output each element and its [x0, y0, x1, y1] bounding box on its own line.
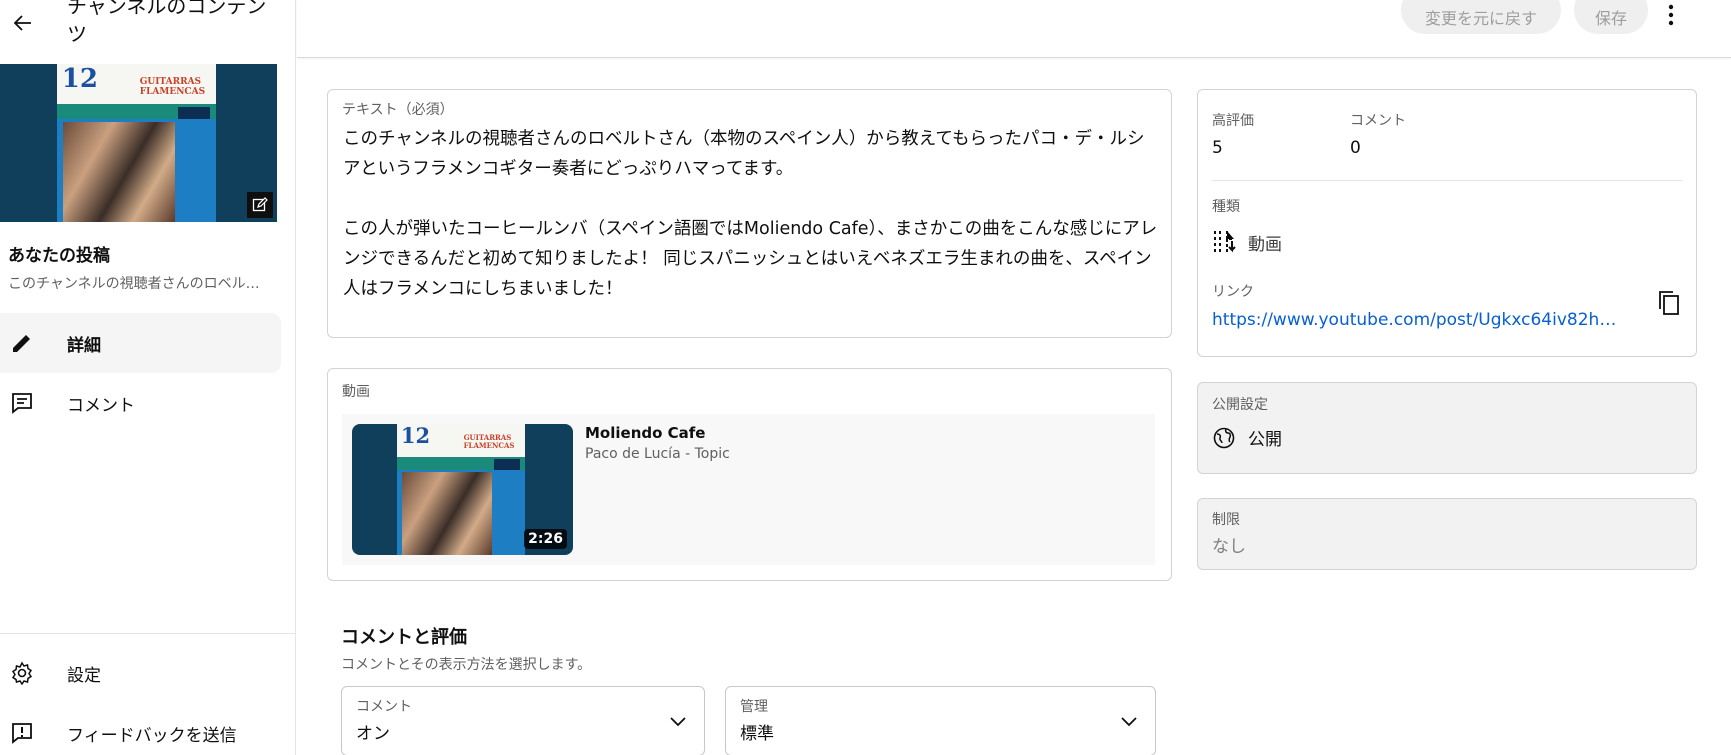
comments-select[interactable]: コメント オン — [341, 686, 705, 755]
visibility-label: 公開設定 — [1212, 397, 1268, 413]
nav-item-feedback[interactable]: フィードバックを送信 — [0, 703, 281, 755]
post-text-value[interactable]: このチャンネルの視聴者さんのロベルトさん（本物のスペイン人）から教えてもらったパ… — [343, 124, 1161, 304]
feedback-icon — [0, 721, 44, 745]
more-vert-icon — [1668, 4, 1674, 26]
globe-icon — [1213, 427, 1235, 448]
video-channel: Paco de Lucía - Topic — [585, 446, 730, 462]
attached-video[interactable]: 12 GUITARRAS FLAMENCAS 2:26 Moliendo Caf… — [342, 414, 1155, 565]
post-excerpt: このチャンネルの視聴者さんのロベルトさん（本物のスペイン人）から教えてもらったパ… — [8, 276, 270, 292]
undo-changes-button[interactable]: 変更を元に戻す — [1401, 0, 1561, 34]
moderation-select-value: 標準 — [740, 724, 774, 744]
chevron-down-icon — [670, 717, 686, 727]
link-label: リンク — [1212, 284, 1254, 300]
video-card: 動画 12 GUITARRAS FLAMENCAS 2:26 Moliendo … — [327, 368, 1172, 581]
gear-icon — [0, 661, 44, 685]
save-button[interactable]: 保存 — [1574, 0, 1648, 34]
sidebar-title: チャンネルのコンテンツ — [67, 0, 267, 46]
video-duration: 2:26 — [524, 529, 567, 549]
restriction-setting: 制限 なし — [1197, 498, 1697, 570]
moderation-select[interactable]: 管理 標準 — [725, 686, 1156, 755]
nav-item-settings[interactable]: 設定 — [0, 643, 281, 703]
comments-section-subtitle: コメントとその表示方法を選択します。 — [341, 657, 592, 673]
video-label: 動画 — [342, 384, 370, 400]
back-button[interactable] — [8, 8, 38, 38]
comment-icon — [0, 391, 44, 415]
video-thumbnail: 12 GUITARRAS FLAMENCAS 2:26 — [352, 424, 573, 555]
copy-link-button[interactable] — [1654, 286, 1684, 320]
pencil-icon — [0, 331, 44, 355]
likes-value: 5 — [1212, 138, 1223, 158]
visibility-value-row: 公開 — [1212, 425, 1282, 450]
album-art: 12 GUITARRAS FLAMENCAS — [397, 424, 525, 555]
top-header: 変更を元に戻す 保存 — [297, 0, 1731, 58]
post-thumbnail[interactable]: 12 GUITARRAS FLAMENCAS — [0, 64, 277, 222]
type-label: 種類 — [1212, 199, 1240, 215]
visibility-setting[interactable]: 公開設定 公開 — [1197, 382, 1697, 474]
edit-icon — [252, 197, 268, 212]
post-label: あなたの投稿 — [8, 246, 110, 266]
album-art: 12 GUITARRAS FLAMENCAS — [57, 64, 216, 222]
nav-item-comments[interactable]: コメント — [0, 373, 281, 433]
sidebar: チャンネルのコンテンツ 12 GUITARRAS FLAMENCAS あなたの投… — [0, 0, 296, 755]
post-text-field[interactable]: テキスト（必須） このチャンネルの視聴者さんのロベルトさん（本物のスペイン人）か… — [327, 89, 1172, 338]
more-options-button[interactable] — [1659, 0, 1683, 30]
comments-section-title: コメントと評価 — [341, 627, 467, 648]
post-stats-card: 高評価 5 コメント 0 種類 動画 リンク https://www.youtu… — [1197, 89, 1697, 357]
edit-thumbnail-button[interactable] — [247, 192, 273, 218]
chevron-down-icon — [1121, 717, 1137, 727]
restriction-value: なし — [1212, 537, 1246, 557]
app-root: チャンネルのコンテンツ 12 GUITARRAS FLAMENCAS あなたの投… — [0, 0, 1731, 755]
video-post-icon — [1214, 231, 1236, 253]
likes-label: 高評価 — [1212, 113, 1254, 129]
comments-count-value: 0 — [1350, 138, 1361, 158]
stats-divider — [1212, 180, 1682, 181]
video-title: Moliendo Cafe — [585, 424, 706, 442]
restriction-label: 制限 — [1212, 512, 1240, 528]
comments-count-label: コメント — [1350, 113, 1406, 129]
arrow-left-icon — [13, 15, 31, 31]
post-link[interactable]: https://www.youtube.com/post/Ugkxc64iv82… — [1212, 310, 1622, 330]
comments-select-value: オン — [356, 724, 390, 744]
nav-item-details[interactable]: 詳細 — [0, 313, 281, 373]
type-row: 動画 — [1212, 229, 1282, 255]
post-text-label: テキスト（必須） — [342, 102, 454, 118]
sidebar-divider — [0, 633, 296, 634]
copy-icon — [1659, 291, 1679, 315]
